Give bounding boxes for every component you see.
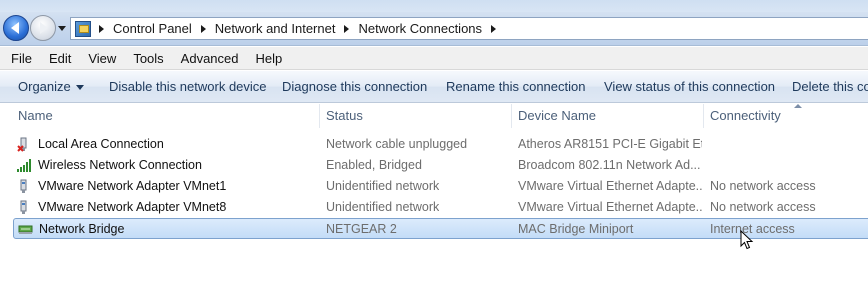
control-panel-icon (75, 20, 91, 37)
connection-device: VMware Virtual Ethernet Adapte... (518, 200, 702, 214)
connection-status: Unidentified network (326, 179, 440, 193)
column-header-device-name[interactable]: Device Name (512, 104, 704, 128)
command-bar: Organize Disable this network device Dia… (0, 71, 868, 103)
connection-device: MAC Bridge Miniport (518, 222, 634, 236)
menu-tools[interactable]: Tools (133, 51, 163, 66)
delete-connection-button[interactable]: Delete this co (792, 71, 868, 103)
breadcrumb-chevron-icon[interactable] (200, 24, 206, 33)
organize-button[interactable]: Organize (18, 71, 84, 103)
sort-ascending-icon (794, 104, 802, 108)
address-bar-area: Control Panel Network and Internet Netwo… (0, 0, 868, 46)
breadcrumb-label: Control Panel (113, 21, 192, 36)
rename-connection-button[interactable]: Rename this connection (446, 71, 585, 103)
connection-status: NETGEAR 2 (326, 222, 397, 236)
diagnose-connection-button[interactable]: Diagnose this connection (282, 71, 427, 103)
menu-view[interactable]: View (88, 51, 116, 66)
breadcrumb-chevron-icon[interactable] (344, 24, 350, 33)
chevron-down-icon (75, 85, 84, 91)
connection-name: VMware Network Adapter VMnet1 (38, 179, 227, 193)
connection-device: VMware Virtual Ethernet Adapte... (518, 179, 702, 193)
list-item[interactable]: Wireless Network Connection Enabled, Bri… (13, 155, 868, 176)
organize-label: Organize (18, 79, 71, 94)
column-header-status[interactable]: Status (320, 104, 512, 128)
list-item[interactable]: Local Area Connection Network cable unpl… (13, 134, 868, 155)
wireless-signal-icon (17, 159, 31, 172)
ethernet-unplugged-icon (17, 137, 27, 152)
connection-connectivity: No network access (710, 200, 816, 214)
connection-device: Atheros AR8151 PCI-E Gigabit Et... (518, 137, 702, 151)
address-breadcrumb[interactable]: Control Panel Network and Internet Netwo… (70, 17, 868, 40)
breadcrumb-root-chevron[interactable] (99, 24, 113, 33)
menu-edit[interactable]: Edit (49, 51, 71, 66)
connection-status: Network cable unplugged (326, 137, 468, 151)
breadcrumb-network-connections[interactable]: Network Connections (358, 21, 505, 36)
network-adapter-icon (20, 179, 27, 193)
mouse-pointer-icon (740, 230, 754, 250)
menu-advanced[interactable]: Advanced (181, 51, 239, 66)
menu-help[interactable]: Help (256, 51, 283, 66)
forward-button[interactable] (30, 15, 56, 41)
menu-bar: File Edit View Tools Advanced Help (0, 47, 868, 70)
network-bridge-icon (18, 225, 33, 234)
connection-name: Wireless Network Connection (38, 158, 202, 172)
breadcrumb-chevron-icon[interactable] (491, 24, 497, 33)
disable-device-button[interactable]: Disable this network device (109, 71, 267, 103)
breadcrumb-label: Network Connections (358, 21, 483, 36)
breadcrumb-control-panel[interactable]: Control Panel (113, 21, 215, 36)
column-header-connectivity[interactable]: Connectivity (704, 104, 868, 128)
connection-name: VMware Network Adapter VMnet8 (38, 200, 227, 214)
back-button[interactable] (3, 15, 29, 41)
view-status-button[interactable]: View status of this connection (604, 71, 775, 103)
window-title-strip (0, 0, 868, 12)
menu-file[interactable]: File (11, 51, 32, 66)
column-header-name[interactable]: Name (12, 104, 320, 128)
connection-name: Network Bridge (39, 222, 125, 236)
connection-device: Broadcom 802.11n Network Ad... (518, 158, 701, 172)
connection-name: Local Area Connection (38, 137, 164, 151)
breadcrumb-label: Network and Internet (214, 21, 336, 36)
connection-status: Enabled, Bridged (326, 158, 422, 172)
network-adapter-icon (20, 200, 27, 214)
breadcrumb-network-and-internet[interactable]: Network and Internet (215, 21, 359, 36)
back-arrow-icon (11, 22, 19, 34)
list-item[interactable]: VMware Network Adapter VMnet8 Unidentifi… (13, 197, 868, 218)
list-item[interactable]: VMware Network Adapter VMnet1 Unidentifi… (13, 176, 868, 197)
connection-status: Unidentified network (326, 200, 440, 214)
recent-pages-dropdown-icon[interactable] (58, 26, 66, 31)
connection-connectivity: No network access (710, 179, 816, 193)
forward-arrow-icon (40, 22, 48, 34)
